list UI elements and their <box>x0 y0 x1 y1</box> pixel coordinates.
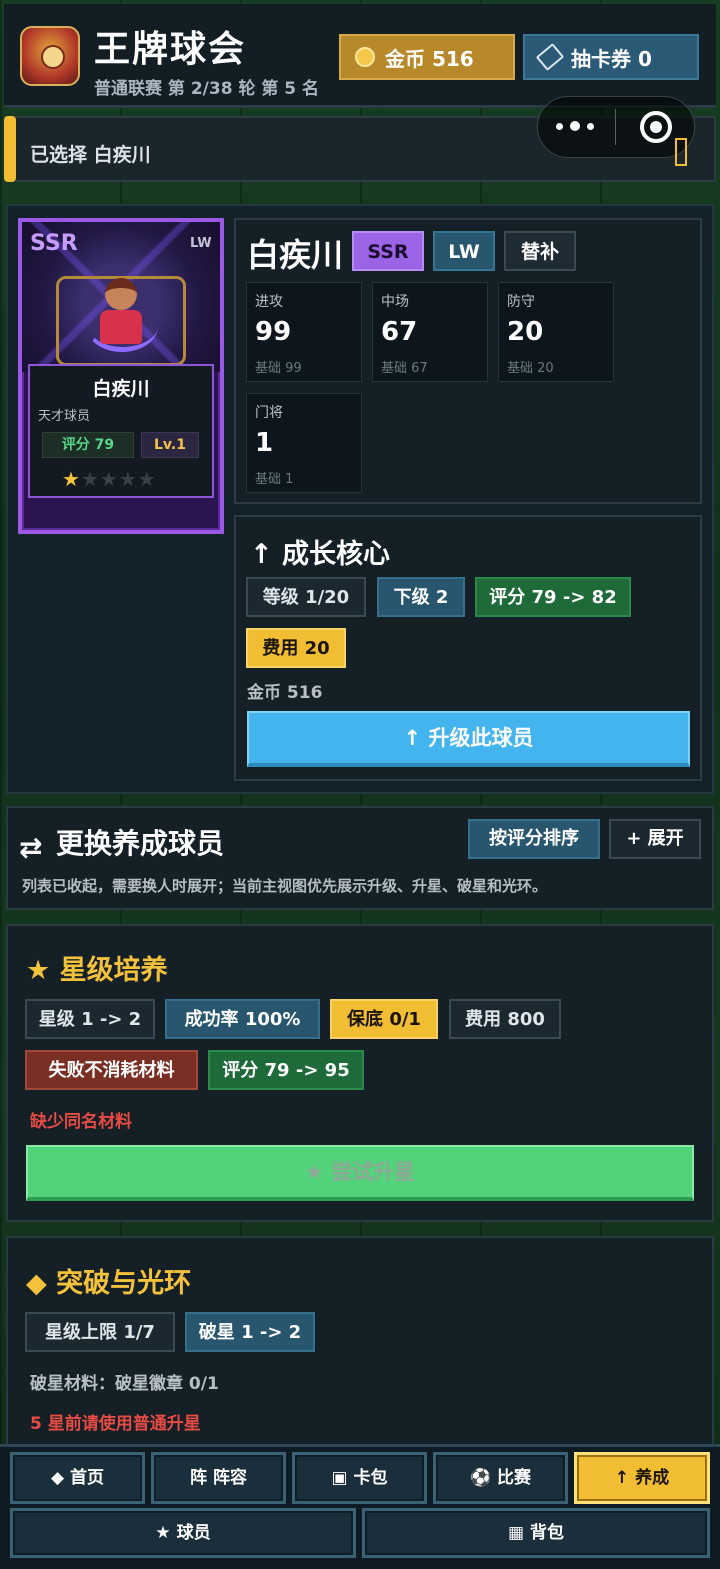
breakthrough-title: ◆ 突破与光环 <box>26 1268 192 1299</box>
nav-players[interactable]: ★ 球员 <box>10 1508 356 1558</box>
card-rarity: SSR <box>30 231 78 256</box>
stat-goalkeeper: 门将 1 基础 1 <box>246 393 362 493</box>
card-level-badge: Lv.1 <box>141 432 199 458</box>
stat-midfield: 中场 67 基础 67 <box>372 282 488 382</box>
stat-value: 99 <box>255 317 292 347</box>
card-player-name: 白疾川 <box>92 378 150 400</box>
stat-label: 门将 <box>255 405 283 421</box>
player-name: 白疾川 <box>247 236 344 274</box>
league-status: 普通联赛 第 2/38 轮 第 5 名 <box>94 79 320 99</box>
stat-base: 基础 1 <box>255 472 294 487</box>
success-rate-chip: 成功率 100% <box>165 999 320 1039</box>
level-chip: 等级 1/20 <box>246 577 366 617</box>
stat-attack: 进攻 99 基础 99 <box>246 282 362 382</box>
more-options-icon[interactable] <box>556 118 594 134</box>
pity-chip: 保底 0/1 <box>330 999 438 1039</box>
stat-base: 基础 99 <box>255 361 302 376</box>
stat-label: 防守 <box>507 294 535 310</box>
card-player-subtitle: 天才球员 <box>38 409 91 424</box>
swap-title: 更换养成球员 <box>56 827 225 860</box>
star-cap-chip: 星级上限 1/7 <box>25 1312 175 1352</box>
player-avatar-body <box>100 310 142 344</box>
selected-player-text: 已选择 白疾川 <box>30 144 151 166</box>
card-score-badge: 评分 79 <box>42 432 134 458</box>
star-cost-chip: 费用 800 <box>449 999 561 1039</box>
stat-label: 中场 <box>381 294 409 310</box>
stat-label: 进攻 <box>255 294 283 310</box>
stat-defense: 防守 20 基础 20 <box>498 282 614 382</box>
position-tag: LW <box>433 231 495 271</box>
close-miniprogram-icon[interactable] <box>640 111 672 143</box>
player-avatar-head <box>105 278 137 310</box>
card-star-rating: ★★★★★ <box>62 467 157 491</box>
next-level-chip: 下级 2 <box>377 577 465 617</box>
nav-match[interactable]: ⚽ 比赛 <box>433 1452 568 1504</box>
app-title: 王牌球会 <box>94 29 247 70</box>
growth-title: ↑ 成长核心 <box>250 539 391 570</box>
star-empty-icon: ★ <box>99 467 119 491</box>
stat-value: 67 <box>381 317 418 347</box>
gold-balance: 金币 516 <box>247 683 323 703</box>
stat-value: 20 <box>507 317 544 347</box>
star-level-chip: 星级 1 -> 2 <box>25 999 155 1039</box>
nav-card-pack[interactable]: ▣ 卡包 <box>292 1452 427 1504</box>
ticket-icon <box>535 43 565 71</box>
swap-icon: ⇄ <box>19 831 43 864</box>
tickets-label: 抽卡券 0 <box>571 46 652 71</box>
no-loss-chip: 失败不消耗材料 <box>25 1050 198 1090</box>
nav-home[interactable]: ◆ 首页 <box>10 1452 145 1504</box>
missing-material-warning: 缺少同名材料 <box>30 1112 132 1132</box>
sort-by-score-button[interactable]: 按评分排序 <box>468 819 600 859</box>
upgrade-player-button[interactable]: ↑ 升级此球员 <box>247 711 690 767</box>
star-empty-icon: ★ <box>80 467 100 491</box>
break-star-chip: 破星 1 -> 2 <box>185 1312 315 1352</box>
stat-base: 基础 20 <box>507 361 554 376</box>
coin-icon <box>355 47 375 67</box>
role-tag: 替补 <box>504 231 576 271</box>
star-empty-icon: ★ <box>137 467 157 491</box>
coins-button[interactable]: 金币 516 <box>339 34 515 80</box>
nav-lineup[interactable]: 阵 阵容 <box>151 1452 286 1504</box>
card-position: LW <box>190 236 212 251</box>
nav-training[interactable]: ↑ 养成 <box>574 1452 710 1504</box>
try-star-up-button[interactable]: ★ 尝试升星 <box>26 1145 694 1201</box>
stat-value: 1 <box>255 428 274 458</box>
score-change-chip: 评分 79 -> 82 <box>475 577 631 617</box>
star-training-title: ★ 星级培养 <box>26 955 168 986</box>
coins-label: 金币 516 <box>385 46 474 71</box>
break-materials: 破星材料：破星徽章 0/1 <box>30 1374 219 1394</box>
banner-glyph-icon <box>675 138 687 166</box>
star-empty-icon: ★ <box>118 467 138 491</box>
stat-base: 基础 67 <box>381 361 428 376</box>
nav-backpack[interactable]: ▦ 背包 <box>362 1508 710 1558</box>
star-filled-icon: ★ <box>62 467 81 491</box>
cost-chip: 费用 20 <box>246 628 346 668</box>
tickets-button[interactable]: 抽卡券 0 <box>523 34 699 80</box>
club-logo-icon <box>20 26 80 86</box>
expand-list-button[interactable]: + 展开 <box>609 819 701 859</box>
capsule-divider <box>615 109 616 145</box>
rarity-tag: SSR <box>352 231 424 271</box>
breakthrough-warning: 5 星前请使用普通升星 <box>30 1414 201 1434</box>
banner-accent <box>4 116 16 182</box>
swap-description: 列表已收起，需要换人时展开；当前主视图优先展示升级、升星、破星和光环。 <box>22 877 548 895</box>
star-score-chip: 评分 79 -> 95 <box>208 1050 364 1090</box>
